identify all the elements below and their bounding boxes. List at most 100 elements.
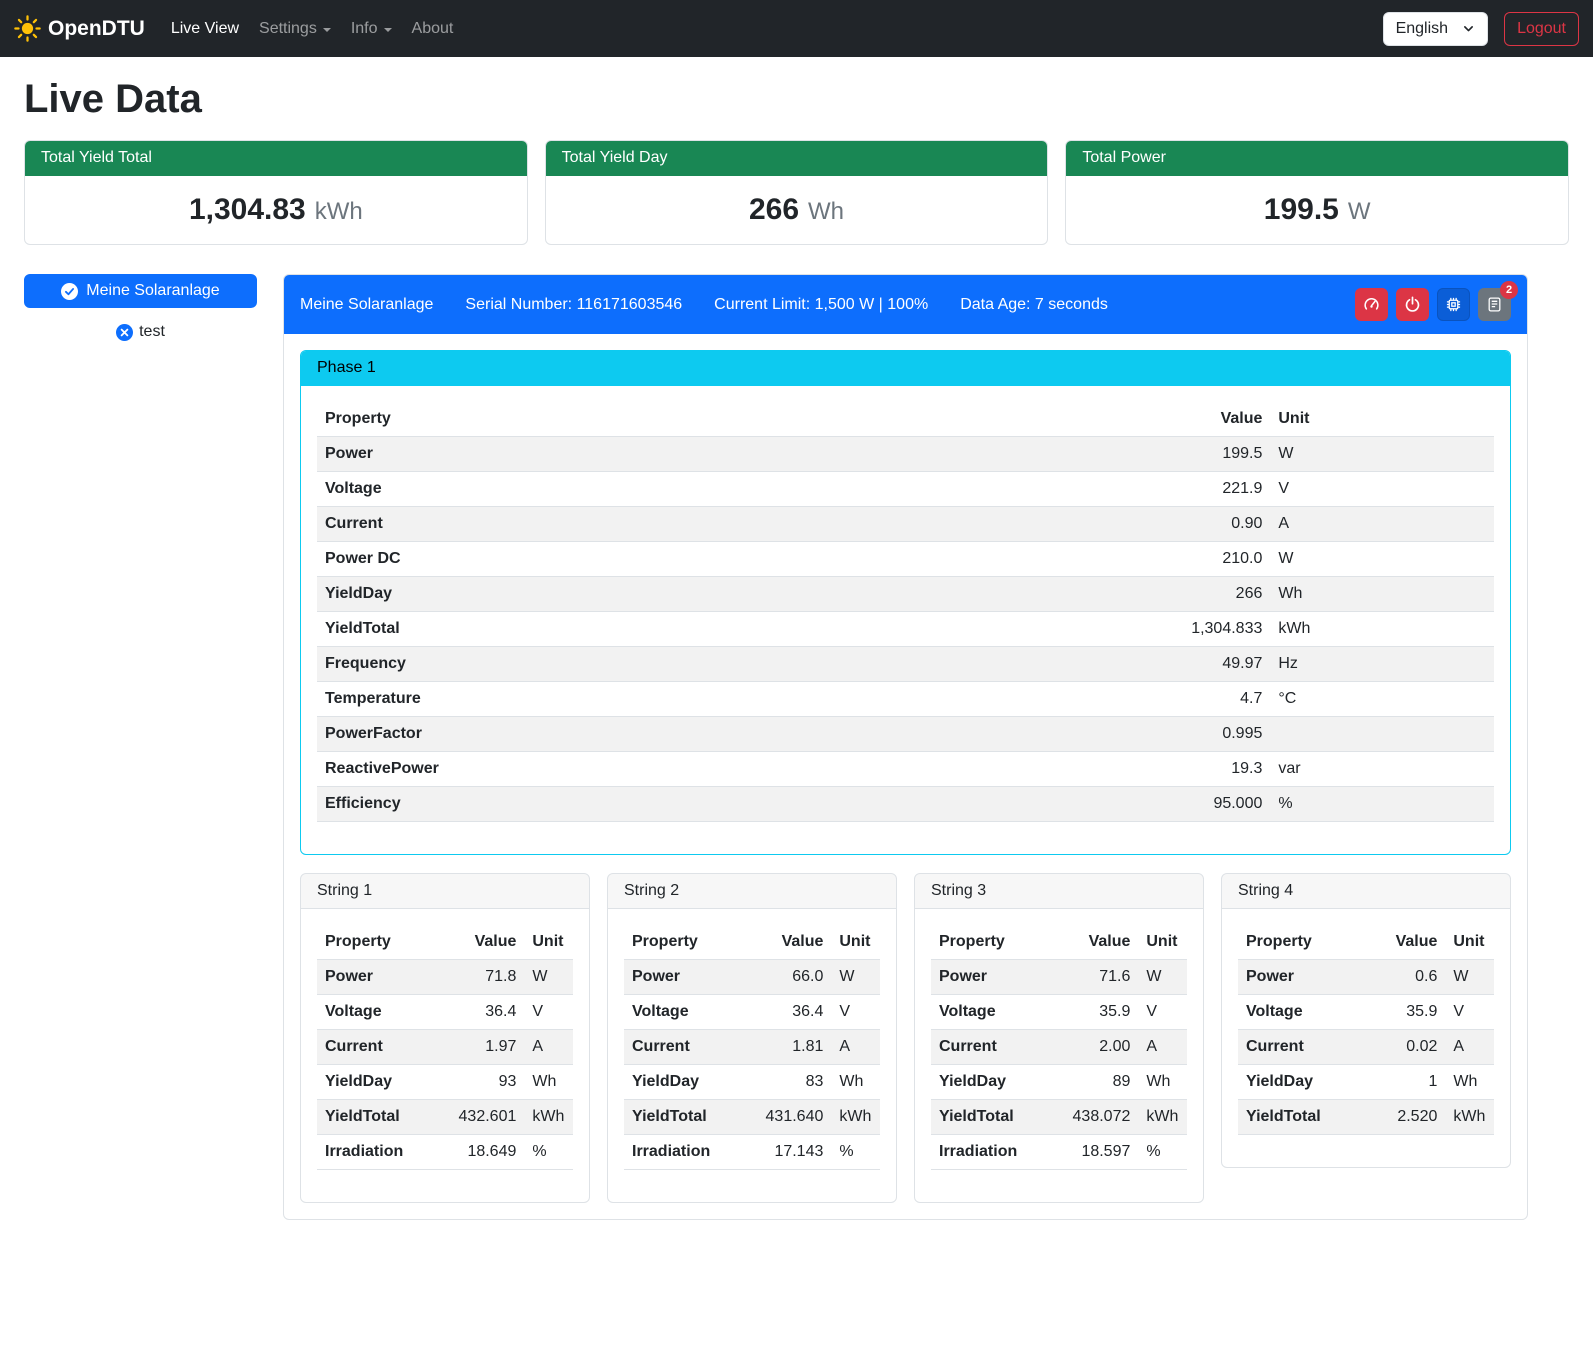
column-value: Value xyxy=(1365,925,1446,960)
property-unit: A xyxy=(1138,1030,1187,1065)
string-card-title: String 1 xyxy=(301,874,589,909)
table-row: PowerFactor 0.995 xyxy=(317,717,1494,752)
table-row: Frequency 49.97 Hz xyxy=(317,647,1494,682)
property-name: Voltage xyxy=(317,472,887,507)
property-name: YieldTotal xyxy=(624,1100,740,1135)
device-info-button[interactable] xyxy=(1437,288,1470,321)
summary-card-title: Total Yield Day xyxy=(546,141,1048,176)
string-table: Property Value Unit Power 66.0 xyxy=(624,925,880,1170)
phase-card-body: Property Value Unit Power 199.5 xyxy=(301,386,1510,854)
brand-link[interactable]: OpenDTU xyxy=(14,15,145,42)
table-row: Voltage 36.4 V xyxy=(317,995,573,1030)
property-unit: Hz xyxy=(1270,647,1494,682)
property-unit: Wh xyxy=(524,1065,573,1100)
property-unit: °C xyxy=(1270,682,1494,717)
inverter-data-age: Data Age: 7 seconds xyxy=(960,296,1108,314)
property-value: 2.520 xyxy=(1365,1100,1446,1135)
table-row: Power 71.6 W xyxy=(931,960,1187,995)
language-select[interactable]: English xyxy=(1383,12,1488,46)
column-value: Value xyxy=(740,925,831,960)
summary-card-title: Total Power xyxy=(1066,141,1568,176)
property-name: Voltage xyxy=(1238,995,1365,1030)
gauge-icon xyxy=(1363,296,1380,313)
table-row: Voltage 221.9 V xyxy=(317,472,1494,507)
summary-card-title: Total Yield Total xyxy=(25,141,527,176)
inverter-serial: Serial Number: 116171603546 xyxy=(465,296,682,314)
property-name: ReactivePower xyxy=(317,752,887,787)
summary-card-body: 199.5W xyxy=(1066,176,1568,244)
table-header-row: Property Value Unit xyxy=(1238,925,1494,960)
string-card-1: String 1 Property Value Unit xyxy=(300,873,590,1203)
property-value: 17.143 xyxy=(740,1135,831,1170)
summary-unit: Wh xyxy=(808,198,844,225)
string-table: Property Value Unit Power 71.6 xyxy=(931,925,1187,1170)
table-row: Power 199.5 W xyxy=(317,437,1494,472)
property-value: 71.6 xyxy=(1047,960,1138,995)
table-row: YieldDay 89 Wh xyxy=(931,1065,1187,1100)
nav-about[interactable]: About xyxy=(402,12,464,46)
property-name: Current xyxy=(931,1030,1047,1065)
property-value: 0.90 xyxy=(887,507,1270,542)
property-value: 18.597 xyxy=(1047,1135,1138,1170)
property-value: 432.601 xyxy=(433,1100,524,1135)
inverter-button-label: Meine Solaranlage xyxy=(86,282,219,300)
string-table: Property Value Unit Power 0.6 xyxy=(1238,925,1494,1135)
property-name: Current xyxy=(624,1030,740,1065)
property-name: Power xyxy=(317,960,433,995)
property-unit: V xyxy=(1138,995,1187,1030)
property-name: YieldDay xyxy=(317,1065,433,1100)
property-name: YieldTotal xyxy=(317,1100,433,1135)
property-unit: A xyxy=(1270,507,1494,542)
property-unit: W xyxy=(1270,542,1494,577)
property-name: Current xyxy=(317,1030,433,1065)
property-value: 266 xyxy=(887,577,1270,612)
navbar: OpenDTU Live View Settings Info About En… xyxy=(0,0,1593,57)
property-name: Power xyxy=(624,960,740,995)
nav-live-view[interactable]: Live View xyxy=(161,12,249,46)
summary-unit: kWh xyxy=(315,198,363,225)
inverter-button-selected[interactable]: Meine Solaranlage xyxy=(24,274,257,308)
table-row: Temperature 4.7 °C xyxy=(317,682,1494,717)
string-card-body: Property Value Unit Power 66.0 xyxy=(608,909,896,1202)
table-row: YieldTotal 1,304.833 kWh xyxy=(317,612,1494,647)
table-row: Current 2.00 A xyxy=(931,1030,1187,1065)
page-title: Live Data xyxy=(24,77,1569,122)
property-unit: Wh xyxy=(1138,1065,1187,1100)
event-log-button[interactable]: 2 xyxy=(1478,288,1511,321)
property-name: Voltage xyxy=(624,995,740,1030)
property-name: Irradiation xyxy=(931,1135,1047,1170)
sun-icon xyxy=(14,15,41,42)
nav-settings[interactable]: Settings xyxy=(249,12,341,46)
property-unit: kWh xyxy=(1138,1100,1187,1135)
property-value: 2.00 xyxy=(1047,1030,1138,1065)
table-row: Irradiation 18.649 % xyxy=(317,1135,573,1170)
table-row: YieldTotal 432.601 kWh xyxy=(317,1100,573,1135)
property-name: Current xyxy=(317,507,887,542)
nav-info[interactable]: Info xyxy=(341,12,402,46)
property-unit: A xyxy=(524,1030,573,1065)
column-value: Value xyxy=(433,925,524,960)
table-header-row: Property Value Unit xyxy=(931,925,1187,960)
logout-button[interactable]: Logout xyxy=(1504,12,1579,46)
property-value: 1.81 xyxy=(740,1030,831,1065)
property-name: YieldDay xyxy=(317,577,887,612)
property-unit: V xyxy=(831,995,880,1030)
power-settings-button[interactable] xyxy=(1396,288,1429,321)
nav-info-label: Info xyxy=(351,20,378,38)
property-value: 36.4 xyxy=(433,995,524,1030)
property-value: 93 xyxy=(433,1065,524,1100)
summary-card-body: 1,304.83kWh xyxy=(25,176,527,244)
property-value: 95.000 xyxy=(887,787,1270,822)
property-unit: kWh xyxy=(1270,612,1494,647)
chevron-down-icon xyxy=(384,28,392,32)
limit-settings-button[interactable] xyxy=(1355,288,1388,321)
journal-icon xyxy=(1486,296,1503,313)
table-row: YieldDay 83 Wh xyxy=(624,1065,880,1100)
inverter-button-test[interactable]: test xyxy=(24,319,257,345)
column-unit: Unit xyxy=(524,925,573,960)
table-row: Voltage 35.9 V xyxy=(931,995,1187,1030)
inverter-panel: Meine Solaranlage Serial Number: 1161716… xyxy=(283,274,1528,1220)
summary-value: 266 xyxy=(749,193,799,226)
property-value: 36.4 xyxy=(740,995,831,1030)
string-card-3: String 3 Property Value Unit xyxy=(914,873,1204,1203)
